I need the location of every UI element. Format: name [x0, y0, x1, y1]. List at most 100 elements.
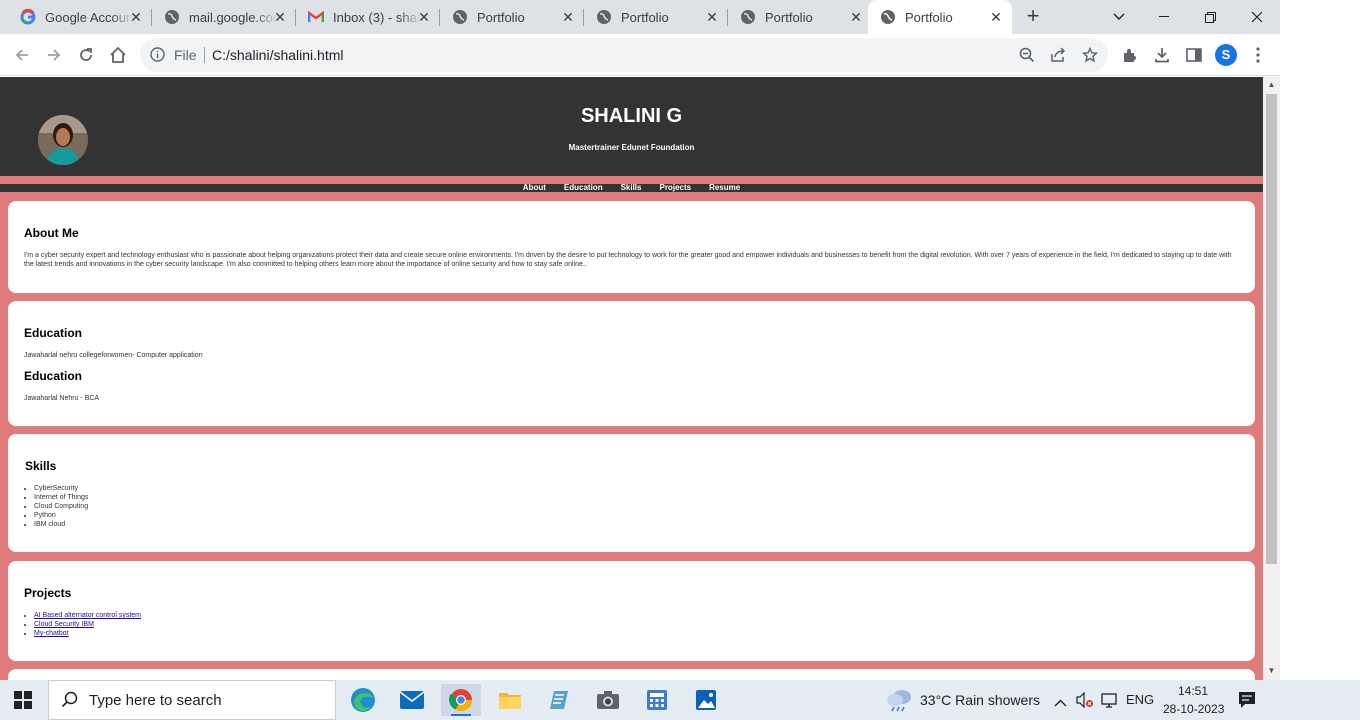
info-icon[interactable]: [150, 47, 165, 67]
site-nav: About Education Skills Projects Resume: [0, 184, 1263, 192]
projects-list: AI Based alternator control system Cloud…: [34, 611, 141, 638]
mail-icon[interactable]: [392, 684, 432, 716]
chrome-icon[interactable]: [441, 684, 481, 716]
globe-icon: [452, 9, 468, 25]
list-item: Cloud Security IBM: [34, 620, 141, 629]
bookmark-star-icon[interactable]: [1077, 42, 1103, 68]
clock-time[interactable]: 14:51: [1178, 684, 1208, 698]
clock-date[interactable]: 28-10-2023: [1163, 702, 1224, 716]
page-viewport: SHALINI G Mastertrainer Edunet Foundatio…: [0, 77, 1263, 680]
taskbar-search[interactable]: Type here to search: [48, 680, 336, 720]
tab-portfolio-active[interactable]: Portfolio ✕: [868, 0, 1012, 34]
edge-icon[interactable]: [343, 684, 383, 716]
weather-text[interactable]: 33°C Rain showers: [920, 692, 1040, 708]
back-button[interactable]: [9, 42, 35, 68]
scheme-divider: [204, 47, 205, 63]
weather-cloud-icon[interactable]: [886, 688, 914, 717]
download-icon[interactable]: [1149, 42, 1175, 68]
menu-kebab-icon[interactable]: [1245, 42, 1271, 68]
home-button[interactable]: [105, 42, 131, 68]
education-section: Education Jawaharlal nehru collegeforwom…: [8, 301, 1255, 426]
tab-title: Portfolio: [477, 9, 525, 25]
tab-portfolio-2[interactable]: Portfolio ✕: [584, 0, 728, 34]
side-panel-icon[interactable]: [1181, 42, 1207, 68]
scroll-down-icon[interactable]: ▼: [1267, 666, 1276, 675]
list-item: My-chatbot: [34, 629, 141, 638]
tab-title: Inbox (3) - shalini: [333, 9, 421, 25]
file-explorer-icon[interactable]: [490, 684, 530, 716]
skills-heading: Skills: [25, 459, 57, 473]
skills-list: CyberSecurity Internet of Things Cloud C…: [34, 484, 88, 529]
about-heading: About Me: [24, 226, 79, 240]
notifications-icon[interactable]: [1238, 691, 1256, 714]
tab-title: Google Account: [45, 9, 133, 25]
nav-resume[interactable]: Resume: [709, 184, 740, 192]
tab-mail[interactable]: mail.google.com ✕: [152, 0, 296, 34]
network-icon[interactable]: [1100, 692, 1118, 713]
project-link[interactable]: AI Based alternator control system: [34, 612, 141, 619]
close-icon[interactable]: ✕: [416, 9, 432, 25]
google-icon: [20, 9, 36, 25]
tab-title: Portfolio: [621, 9, 669, 25]
language-indicator[interactable]: ENG: [1126, 692, 1154, 707]
speaker-muted-icon[interactable]: [1076, 691, 1094, 713]
address-bar[interactable]: File C:/shalini/shalini.html: [140, 38, 1108, 72]
education-detail: Jawaharlal Nehru - BCA: [24, 395, 100, 402]
scrollbar-thumb[interactable]: [1266, 94, 1277, 564]
search-icon: [61, 691, 79, 714]
list-item: IBM cloud: [34, 520, 88, 529]
share-icon[interactable]: [1045, 42, 1071, 68]
project-link[interactable]: My-chatbot: [34, 630, 69, 637]
close-icon[interactable]: ✕: [848, 9, 864, 25]
project-link[interactable]: Cloud Security IBM: [34, 621, 94, 628]
gmail-icon: [308, 9, 324, 25]
windows-start-icon[interactable]: [14, 691, 32, 714]
nav-education[interactable]: Education: [564, 184, 603, 192]
close-window-button[interactable]: [1234, 0, 1280, 34]
tab-inbox[interactable]: Inbox (3) - shalini ✕: [296, 0, 440, 34]
restore-button[interactable]: [1187, 0, 1233, 34]
list-item: CyberSecurity: [34, 484, 88, 493]
resume-section: [8, 669, 1255, 680]
education-detail: Jawaharlal nehru collegeforwomen- Comput…: [24, 352, 203, 359]
education-heading: Education: [24, 369, 83, 383]
nav-about[interactable]: About: [523, 184, 546, 192]
list-item: AI Based alternator control system: [34, 611, 141, 620]
projects-section: Projects AI Based alternator control sys…: [8, 561, 1255, 661]
minimize-button[interactable]: [1141, 0, 1187, 34]
photos-app-icon[interactable]: [686, 684, 726, 716]
tab-search-icon[interactable]: [1096, 0, 1142, 34]
tab-title: Portfolio: [905, 9, 953, 25]
forward-button[interactable]: [41, 42, 67, 68]
close-icon[interactable]: ✕: [128, 9, 144, 25]
zoom-icon[interactable]: [1014, 42, 1040, 68]
tab-title: mail.google.com: [189, 9, 277, 25]
close-icon[interactable]: ✕: [272, 9, 288, 25]
tab-strip: Google Account ✕ mail.google.com ✕ Inbox…: [0, 0, 1280, 34]
scroll-up-icon[interactable]: ▲: [1267, 80, 1276, 89]
url-text[interactable]: C:/shalini/shalini.html: [212, 47, 344, 63]
close-icon[interactable]: ✕: [560, 9, 576, 25]
chevron-up-icon[interactable]: [1054, 694, 1067, 712]
projects-heading: Projects: [24, 586, 72, 600]
close-icon[interactable]: ✕: [988, 9, 1004, 25]
tab-google-account[interactable]: Google Account ✕: [8, 0, 152, 34]
globe-icon: [880, 9, 896, 25]
reload-button[interactable]: [73, 42, 99, 68]
camera-icon[interactable]: [588, 684, 628, 716]
nav-skills[interactable]: Skills: [621, 184, 642, 192]
new-tab-button[interactable]: +: [1021, 5, 1045, 29]
globe-icon: [740, 9, 756, 25]
calculator-app-icon[interactable]: [637, 684, 677, 716]
url-scheme: File: [174, 47, 197, 63]
close-icon[interactable]: ✕: [704, 9, 720, 25]
extensions-icon[interactable]: [1117, 42, 1143, 68]
tab-portfolio-1[interactable]: Portfolio ✕: [440, 0, 584, 34]
notes-app-icon[interactable]: [539, 684, 579, 716]
tab-portfolio-3[interactable]: Portfolio ✕: [728, 0, 872, 34]
page-scrollbar[interactable]: ▲ ▼: [1263, 77, 1280, 680]
nav-projects[interactable]: Projects: [659, 184, 691, 192]
profile-avatar-button[interactable]: S: [1215, 44, 1237, 66]
taskbar: Type here to search 33°C Rain showers EN…: [0, 680, 1360, 720]
browser-toolbar: File C:/shalini/shalini.html: [0, 34, 1280, 76]
